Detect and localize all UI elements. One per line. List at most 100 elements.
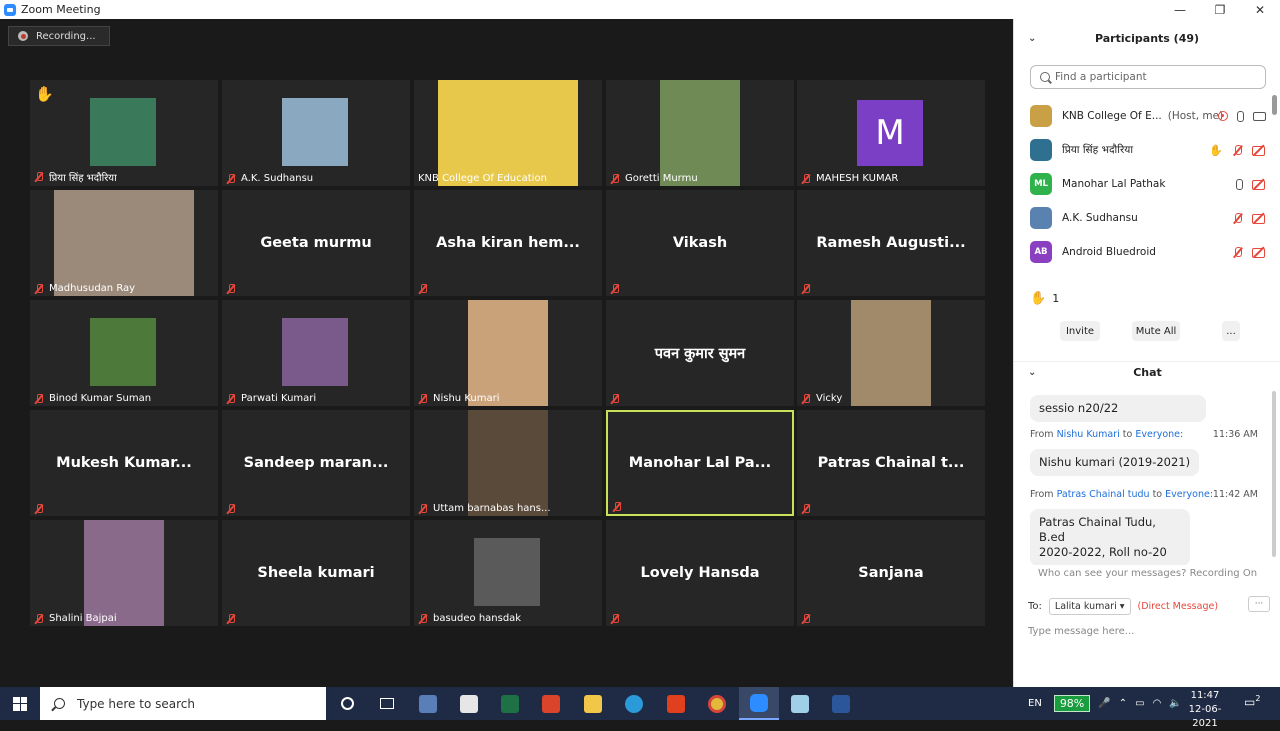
- recipient-dropdown[interactable]: Lalita kumari ▾: [1048, 597, 1131, 615]
- participant-tile[interactable]: ✋ प्रिया सिंह भदौरिया: [30, 80, 218, 186]
- record-icon: [18, 31, 28, 41]
- participant-tile[interactable]: Ramesh Augusti...: [797, 190, 985, 296]
- mic-muted-icon: [226, 504, 236, 514]
- participant-tile[interactable]: A.K. Sudhansu: [222, 80, 410, 186]
- participant-row[interactable]: ML Manohar Lal Pathak: [1014, 167, 1272, 201]
- chat-recipient[interactable]: Everyone:: [1135, 429, 1183, 440]
- participant-tile[interactable]: Asha kiran hem...: [414, 190, 602, 296]
- chat-sender[interactable]: Nishu Kumari: [1057, 429, 1120, 440]
- chat-message-meta: From Nishu Kumari to Everyone: 11:36 AM: [1030, 429, 1258, 440]
- participant-row[interactable]: प्रिया सिंह भदौरिया ✋: [1014, 133, 1272, 167]
- wifi-icon[interactable]: ◠: [1153, 698, 1162, 709]
- participant-avatar: AB: [1030, 241, 1052, 263]
- participant-row[interactable]: AB Android Bluedroid: [1014, 235, 1272, 269]
- participant-tile[interactable]: Vicky: [797, 300, 985, 406]
- recording-indicator[interactable]: Recording...: [8, 26, 110, 46]
- chat-scrollbar[interactable]: [1272, 391, 1276, 557]
- store-icon[interactable]: [449, 687, 489, 720]
- title-bar: Zoom Meeting — ❐ ✕: [0, 0, 1280, 19]
- chat-bubble: Nishu kumari (2019-2021): [1030, 449, 1200, 476]
- participant-tile[interactable]: Sandeep maran...: [222, 410, 410, 516]
- participant-tile[interactable]: Sanjana: [797, 520, 985, 626]
- mic-muted-icon: [418, 393, 428, 404]
- mic-muted-icon: [1232, 212, 1243, 224]
- participant-scrollbar[interactable]: [1272, 95, 1277, 115]
- participant-tile[interactable]: Goretti Murmu: [606, 80, 794, 186]
- invite-button[interactable]: Invite: [1060, 321, 1100, 341]
- chevron-up-icon[interactable]: ⌃: [1119, 698, 1127, 709]
- participant-tile[interactable]: KNB College Of Education: [414, 80, 602, 186]
- maximize-button[interactable]: ❐: [1200, 0, 1240, 19]
- chrome-icon[interactable]: [697, 687, 737, 720]
- chat-sender[interactable]: Patras Chainal tudu: [1057, 489, 1150, 500]
- participant-tile[interactable]: Uttam barnabas hans...: [414, 410, 602, 516]
- zoom-taskbar-icon[interactable]: [739, 687, 779, 720]
- chat-header: ⌄ Chat: [1014, 361, 1280, 383]
- task-view-icon[interactable]: [367, 687, 407, 720]
- excel-icon[interactable]: [490, 687, 530, 720]
- participant-name-large: Manohar Lal Pa...: [628, 455, 772, 471]
- participant-list-name: Manohar Lal Pathak: [1062, 178, 1166, 190]
- cortana-icon[interactable]: [327, 687, 367, 720]
- chat-collapse-chevron-icon[interactable]: ⌄: [1028, 367, 1036, 378]
- edge-icon[interactable]: [614, 687, 654, 720]
- participant-tile[interactable]: Binod Kumar Suman: [30, 300, 218, 406]
- taskbar-search-input[interactable]: Type here to search: [40, 687, 326, 720]
- participant-name-large: Geeta murmu: [260, 235, 372, 251]
- participant-row[interactable]: A.K. Sudhansu: [1014, 201, 1272, 235]
- participant-video: [438, 80, 578, 186]
- video-off-icon: [1252, 145, 1266, 156]
- participant-tile[interactable]: Sheela kumari: [222, 520, 410, 626]
- notification-center-icon[interactable]: ▭2: [1244, 694, 1264, 712]
- mic-tray-icon[interactable]: 🎤: [1098, 698, 1110, 709]
- battery-indicator[interactable]: 98%: [1053, 695, 1091, 712]
- participant-tile[interactable]: Patras Chainal t...: [797, 410, 985, 516]
- participant-caption: [612, 502, 627, 512]
- participant-tile[interactable]: Mukesh Kumar...: [30, 410, 218, 516]
- participant-tile[interactable]: Lovely Hansda: [606, 520, 794, 626]
- file-explorer-icon[interactable]: [573, 687, 613, 720]
- close-button[interactable]: ✕: [1240, 0, 1280, 19]
- chat-time: 11:36 AM: [1212, 429, 1258, 440]
- participant-tile[interactable]: M MAHESH KUMAR: [797, 80, 985, 186]
- mic-muted-icon: [34, 504, 44, 514]
- language-indicator[interactable]: EN: [1028, 698, 1042, 709]
- participant-caption: [610, 284, 625, 294]
- participant-tile[interactable]: पवन कुमार सुमन: [606, 300, 794, 406]
- participant-tile[interactable]: Madhusudan Ray: [30, 190, 218, 296]
- office-icon[interactable]: [656, 687, 696, 720]
- who-can-see-link[interactable]: Who can see your messages? Recording On: [1014, 568, 1280, 579]
- notes-app-icon[interactable]: [780, 687, 820, 720]
- chat-more-button[interactable]: ···: [1248, 596, 1270, 612]
- participant-name: Madhusudan Ray: [49, 283, 136, 294]
- raised-hand-icon: ✋: [1030, 291, 1047, 306]
- photo-app-icon[interactable]: [408, 687, 448, 720]
- participant-tile[interactable]: Shalini Bajpai: [30, 520, 218, 626]
- word-icon[interactable]: [821, 687, 861, 720]
- participant-tile[interactable]: Parwati Kumari: [222, 300, 410, 406]
- mic-muted-icon: [610, 394, 620, 404]
- mic-muted-icon: [610, 173, 620, 184]
- participant-search-input[interactable]: Find a participant: [1030, 65, 1266, 89]
- participant-tile[interactable]: Vikash: [606, 190, 794, 296]
- clock[interactable]: 11:47 12-06-2021: [1176, 689, 1234, 731]
- mic-muted-icon: [610, 614, 620, 624]
- minimize-button[interactable]: —: [1160, 0, 1200, 19]
- mute-all-button[interactable]: Mute All: [1132, 321, 1180, 341]
- participant-tile[interactable]: Manohar Lal Pa...: [606, 410, 794, 516]
- collapse-chevron-icon[interactable]: ⌄: [1028, 33, 1036, 44]
- participant-row[interactable]: KNB College Of E... (Host, me): [1014, 99, 1272, 133]
- participant-tile[interactable]: basudeo hansdak: [414, 520, 602, 626]
- participant-caption: [801, 614, 816, 624]
- participant-caption: Parwati Kumari: [226, 393, 316, 404]
- battery-icon[interactable]: ▭: [1135, 698, 1144, 709]
- participant-tile[interactable]: Geeta murmu: [222, 190, 410, 296]
- pdf-app-icon[interactable]: [531, 687, 571, 720]
- mic-muted-icon: [418, 503, 428, 514]
- chat-recipient[interactable]: Everyone:: [1165, 489, 1213, 500]
- chat-message-input[interactable]: Type message here...: [1028, 621, 1268, 641]
- mic-muted-icon: [418, 284, 428, 294]
- participant-tile[interactable]: Nishu Kumari: [414, 300, 602, 406]
- windows-start-icon[interactable]: [0, 687, 40, 720]
- more-options-button[interactable]: ...: [1222, 321, 1240, 341]
